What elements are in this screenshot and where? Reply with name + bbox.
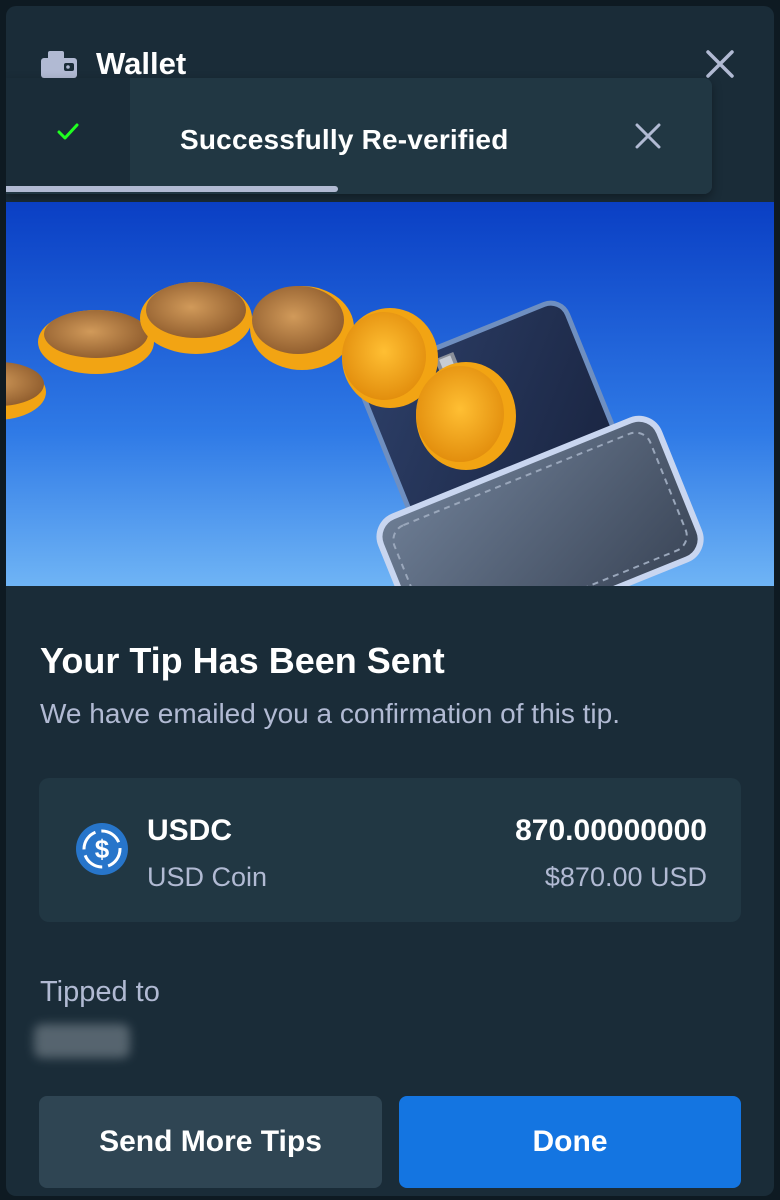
modal-title: Wallet	[96, 46, 187, 81]
coin-fiat-value: $870.00 USD	[544, 862, 707, 892]
coins-wallet-illustration	[6, 202, 774, 586]
usdc-icon: $	[76, 823, 128, 875]
tip-sent-title: Your Tip Has Been Sent	[40, 640, 445, 681]
toast-progress-bar	[6, 186, 338, 192]
check-icon	[57, 123, 79, 140]
done-button[interactable]: Done	[399, 1096, 741, 1188]
recipient-name-redacted	[34, 1024, 130, 1058]
tip-sent-subtitle: We have emailed you a confirmation of th…	[40, 698, 621, 729]
send-more-tips-button[interactable]: Send More Tips	[39, 1096, 382, 1188]
tipped-to-label: Tipped to	[40, 976, 160, 1008]
hero-image	[6, 202, 774, 586]
coin-amount: 870.00000000	[515, 814, 707, 847]
svg-text:$: $	[95, 834, 110, 864]
toast-progress-track	[6, 186, 712, 194]
close-icon[interactable]	[702, 46, 738, 82]
toast-message: Successfully Re-verified	[180, 124, 509, 155]
wallet-modal: Wallet Successfully Re-verified Your Tip…	[6, 6, 774, 1196]
coin-name: USD Coin	[147, 862, 268, 892]
coin-summary-card: $ USDC USD Coin 870.00000000 $870.00 USD	[39, 778, 741, 922]
success-toast: Successfully Re-verified	[6, 78, 712, 194]
wallet-icon	[41, 51, 77, 78]
toast-status-area	[6, 78, 130, 194]
coin-symbol: USDC	[147, 814, 233, 847]
close-icon[interactable]	[632, 120, 664, 152]
